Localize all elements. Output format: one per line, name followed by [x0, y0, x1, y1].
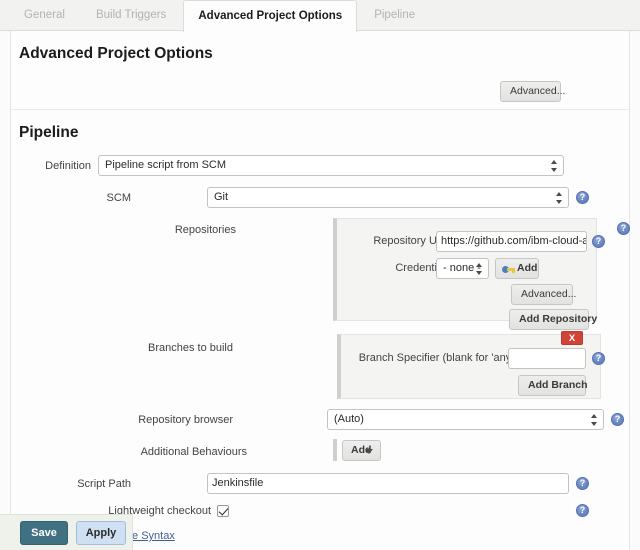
advanced-button-row: Advanced... — [11, 75, 629, 109]
delete-branch-button[interactable]: X — [561, 331, 583, 345]
chevron-updown-icon — [476, 262, 483, 275]
repository-browser-select[interactable]: (Auto) — [327, 409, 604, 430]
repositories-label: Repositories — [174, 224, 236, 236]
scm-help-icon[interactable] — [576, 191, 589, 204]
repositories-panel: Repository URL https://github.com/ibm-cl… — [333, 218, 605, 321]
repository-url-input[interactable]: https://github.com/ibm-cloud-archit — [436, 231, 587, 252]
advanced-options-button[interactable]: Advanced... — [500, 81, 565, 102]
branches-to-build-label: Branches to build — [148, 342, 233, 354]
script-path-row: Script Path Jenkinsfile — [11, 472, 629, 503]
chevron-updown-icon — [591, 413, 598, 426]
tab-build-triggers[interactable]: Build Triggers — [82, 0, 180, 31]
lightweight-checkout-checkbox[interactable] — [217, 505, 229, 517]
repository-url-help-icon[interactable] — [592, 235, 605, 248]
chevron-updown-icon — [551, 159, 558, 172]
key-icon — [502, 266, 515, 273]
branches-panel: X Branch Specifier (blank for 'any') Add… — [337, 331, 605, 399]
credentials-add-label: Add — [517, 262, 538, 274]
branch-specifier-input[interactable] — [508, 348, 586, 369]
branch-specifier-help-icon[interactable] — [592, 352, 605, 365]
script-path-input[interactable]: Jenkinsfile — [207, 473, 569, 494]
additional-behaviours-gutter — [333, 439, 337, 461]
definition-select[interactable]: Pipeline script from SCM — [98, 155, 564, 176]
jenkins-job-config-page: General Build Triggers Advanced Project … — [0, 0, 640, 550]
chevron-updown-icon — [556, 191, 563, 204]
advanced-project-options-heading: Advanced Project Options — [19, 45, 213, 62]
scm-select[interactable]: Git — [207, 187, 569, 208]
repository-advanced-button[interactable]: Advanced... — [511, 284, 576, 305]
branch-specifier-label: Branch Specifier (blank for 'any') — [358, 352, 517, 364]
save-button[interactable]: Save — [20, 521, 68, 545]
script-path-label: Script Path — [77, 478, 131, 490]
additional-behaviours-add-button[interactable]: Add — [342, 440, 381, 461]
save-toolbar: Save Apply — [0, 514, 133, 550]
branches-row: Branches to build X Branch Specifier (bl… — [11, 331, 629, 408]
definition-select-value: Pipeline script from SCM — [105, 159, 227, 171]
script-path-help-icon[interactable] — [576, 477, 589, 490]
repositories-row: Repositories Repository URL https://gith… — [11, 218, 630, 334]
repository-browser-label: Repository browser — [138, 414, 233, 426]
apply-button[interactable]: Apply — [76, 521, 126, 545]
config-tab-bar: General Build Triggers Advanced Project … — [0, 0, 640, 32]
scm-row: SCM Git — [11, 186, 629, 218]
credentials-select[interactable]: - none - — [436, 258, 489, 279]
add-repository-button[interactable]: Add Repository — [509, 309, 597, 330]
tab-pipeline[interactable]: Pipeline — [360, 0, 429, 31]
repository-browser-value: (Auto) — [334, 413, 364, 425]
lightweight-checkout-help-icon[interactable] — [576, 504, 589, 517]
additional-behaviours-row: Additional Behaviours Add — [11, 438, 629, 472]
repository-browser-help-icon[interactable] — [611, 413, 624, 426]
credentials-add-button[interactable]: Add — [495, 258, 539, 279]
add-branch-button[interactable]: Add Branch — [518, 375, 588, 396]
config-content: Advanced Project Options Advanced... Pip… — [10, 31, 630, 550]
definition-label: Definition — [45, 160, 91, 172]
pipeline-heading: Pipeline — [19, 124, 79, 141]
additional-behaviours-label: Additional Behaviours — [140, 446, 247, 458]
scm-label: SCM — [106, 192, 131, 204]
tab-advanced-project-options[interactable]: Advanced Project Options — [183, 0, 358, 32]
chevron-down-icon — [365, 448, 373, 454]
repository-browser-row: Repository browser (Auto) — [11, 408, 629, 438]
definition-row: Definition Pipeline script from SCM — [11, 154, 629, 186]
repositories-help-icon[interactable] — [617, 222, 630, 235]
scm-select-value: Git — [214, 191, 229, 203]
tab-general[interactable]: General — [10, 0, 79, 31]
